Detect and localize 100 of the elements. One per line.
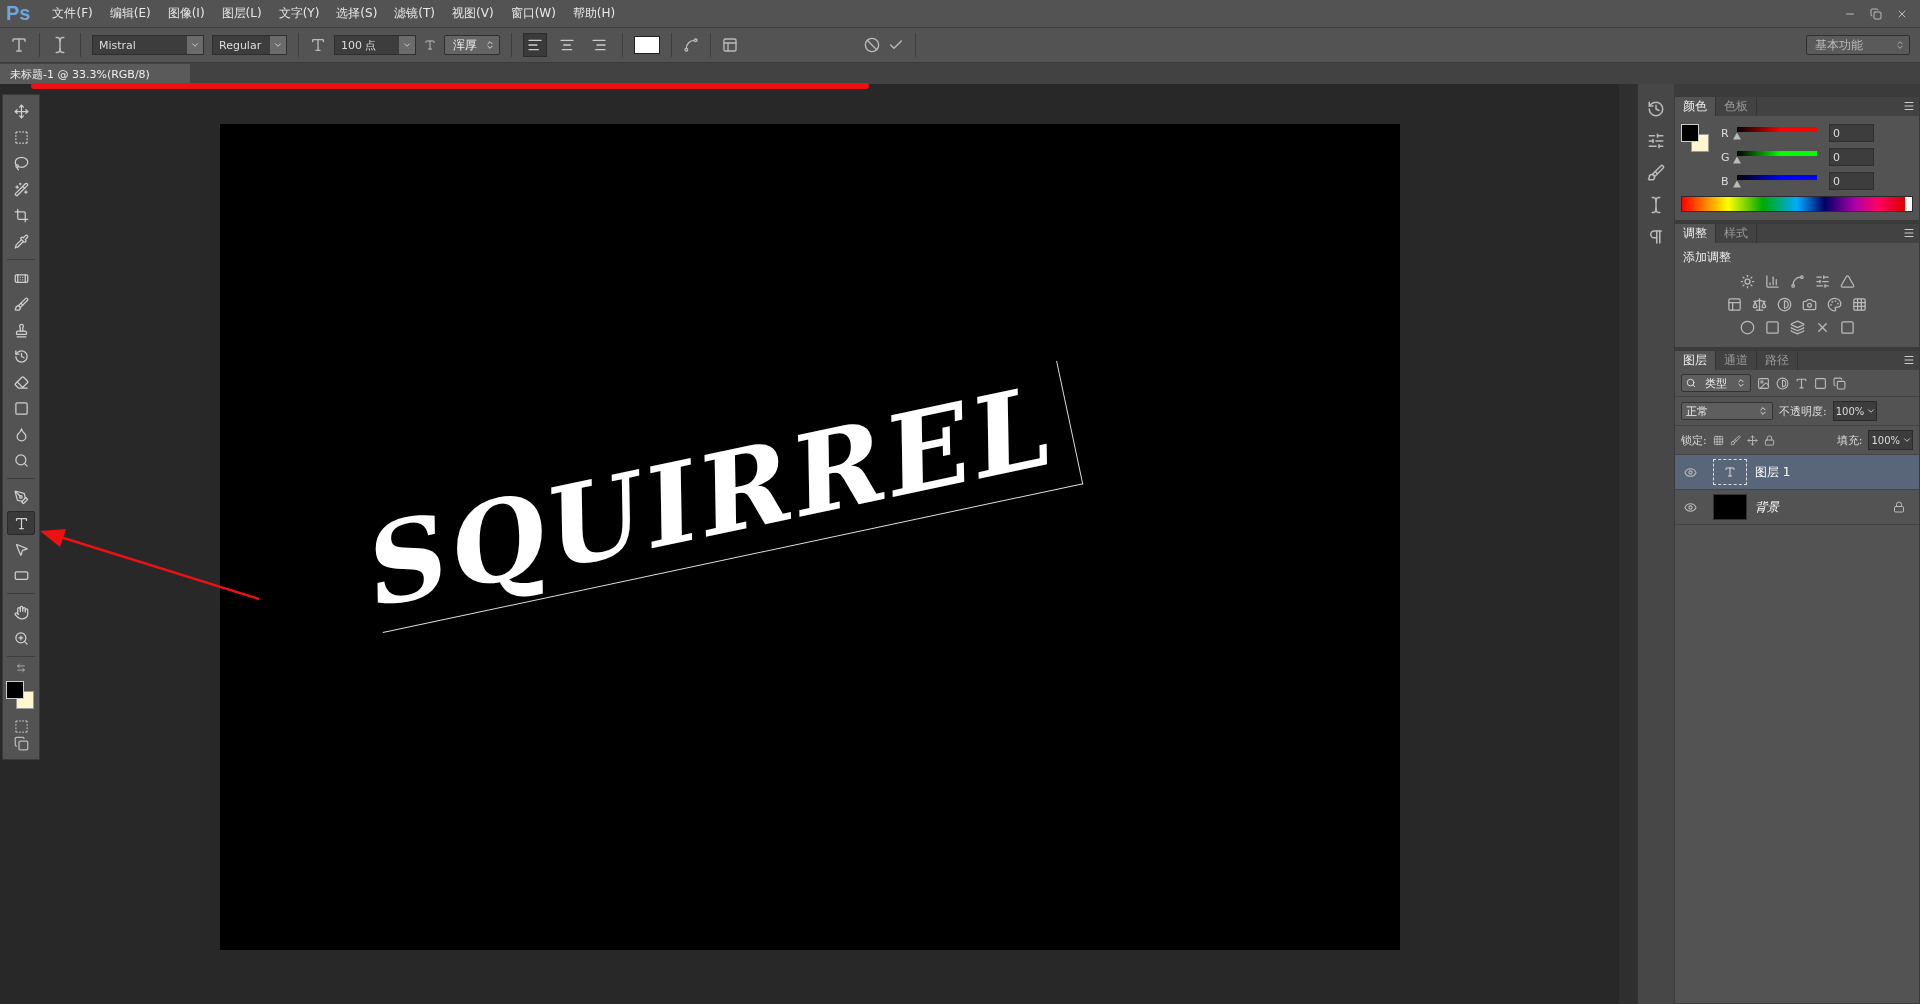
stepper-icon [1736,378,1746,388]
menu-item[interactable]: 帮助(H) [572,5,616,22]
pen-tool-icon [13,489,29,505]
panel-tab[interactable]: 调整 [1675,224,1716,243]
menu-item[interactable]: 文件(F) [52,5,93,22]
slider-thumb[interactable] [1733,132,1741,140]
adjustment-icon[interactable] [1789,274,1805,289]
adjustment-icon[interactable] [1802,297,1817,312]
font-size-dropdown[interactable]: 100 点 [334,35,416,55]
menu-item[interactable]: 滤镜(T) [394,5,436,22]
restore-icon[interactable] [1870,7,1882,20]
workspace-dropdown[interactable]: 基本功能 [1806,35,1910,55]
adjustment-icon[interactable] [1764,320,1780,335]
panel-tab[interactable]: 颜色 [1675,97,1716,116]
opacity-field[interactable]: 100% [1832,401,1878,421]
color-swatches[interactable] [1681,124,1711,154]
opacity-label: 不透明度: [1779,403,1827,419]
move-tool-icon [13,103,29,119]
adjustment-icon[interactable] [1764,274,1780,289]
adjustment-icon[interactable] [1814,274,1830,289]
app-logo: Ps [6,2,31,25]
panel-heading: 添加调整 [1682,249,1732,266]
marquee-tool-icon [13,129,29,145]
slider-thumb[interactable] [1733,156,1741,164]
menu-item[interactable]: 视图(V) [452,5,494,22]
panel-tab[interactable]: 通道 [1716,351,1757,370]
panel-menu-icon[interactable] [1903,227,1915,239]
font-family-dropdown[interactable]: Mistral [92,35,204,55]
layer-row[interactable]: 图层 1 [1675,455,1919,490]
document-tab[interactable]: 未标题-1 @ 33.3%(RGB/8) [0,64,190,84]
shape-filter-icon[interactable] [1814,376,1827,390]
caret-icon [402,40,412,50]
layer-thumbnail [1713,494,1747,520]
channel-value-field[interactable]: 0 [1829,124,1874,142]
stepper-icon [485,40,495,50]
fill-field[interactable]: 100% [1868,430,1913,450]
type-tool-icon[interactable] [10,36,28,54]
blur-tool-icon [13,426,29,442]
scrollbar[interactable] [1619,84,1637,1004]
brush-icon[interactable] [1647,164,1665,182]
channel-value-field[interactable]: 0 [1829,172,1874,190]
adjustment-icon[interactable] [1852,297,1867,312]
panel-menu-icon[interactable] [1903,100,1915,112]
panel-tab[interactable]: 图层 [1675,351,1716,370]
panels-icon[interactable] [722,37,738,53]
adjustment-icon[interactable] [1839,274,1855,289]
stepper-icon [1895,40,1905,50]
quick-mask-icon[interactable] [13,719,29,734]
brush-tool-icon [13,296,29,312]
blend-mode-dropdown[interactable]: 正常 [1681,402,1773,420]
adjustment-icon[interactable] [1839,320,1855,335]
paragraph-icon[interactable] [1647,228,1665,246]
align-left-icon [527,37,543,53]
adjustment-icon[interactable] [1752,297,1767,312]
layer-name: 图层 1 [1755,463,1792,481]
type-tool-icon [13,515,29,531]
panel-tab[interactable]: 样式 [1716,224,1757,243]
color-spectrum[interactable] [1681,196,1913,212]
search-icon [1686,378,1696,388]
menu-item[interactable]: 窗口(W) [510,5,556,22]
channel-value-field[interactable]: 0 [1829,148,1874,166]
menu-item[interactable]: 编辑(E) [109,5,151,22]
lock-label: 锁定: [1681,432,1707,448]
zoom-tool-icon [13,630,29,646]
menu-item[interactable]: 图像(I) [167,5,205,22]
adjustment-icon[interactable] [1789,320,1805,335]
properties-icon[interactable] [1647,132,1665,150]
slider-thumb[interactable] [1733,180,1741,188]
lasso-tool-icon [13,155,29,171]
adjustment-icon[interactable] [1777,297,1792,312]
menu-item[interactable]: 图层(L) [221,5,262,22]
font-style-dropdown[interactable]: Regular [212,35,287,55]
antialias-dropdown[interactable]: 浑厚 [444,35,500,55]
panel-menu-icon[interactable] [1903,354,1915,366]
type-filter-icon[interactable] [1795,376,1808,390]
cancel-icon[interactable] [864,37,880,53]
type-tool-button[interactable] [7,511,35,535]
caret-icon [1902,435,1912,445]
text-color-swatch[interactable] [634,36,660,54]
image-filter-icon[interactable] [1757,376,1770,390]
align-center-icon [559,37,575,53]
lock-icon[interactable] [1763,434,1775,446]
history-icon[interactable] [1647,100,1665,118]
panel-tab[interactable]: 路径 [1757,351,1798,370]
adjustment-icon[interactable] [1827,297,1842,312]
fill-label: 填充: [1836,432,1863,448]
adjustment-icon[interactable] [1727,297,1742,312]
eraser-tool-icon [13,374,29,390]
adjustment-icon[interactable] [1739,274,1755,289]
type-icon [1724,466,1736,478]
color-swatches[interactable] [6,681,36,711]
stamp-tool-icon [13,322,29,338]
adjustment-icon[interactable] [1739,320,1755,335]
layer-filter-dropdown[interactable]: 类型 [1681,374,1751,392]
menu-item[interactable]: 文字(Y) [278,5,320,22]
align-button[interactable] [523,33,547,57]
swap-colors-icon[interactable] [16,663,26,673]
channel-label: R [1721,126,1730,140]
menu-item[interactable]: 选择(S) [336,5,378,22]
panel-tab[interactable]: 色板 [1716,97,1757,116]
